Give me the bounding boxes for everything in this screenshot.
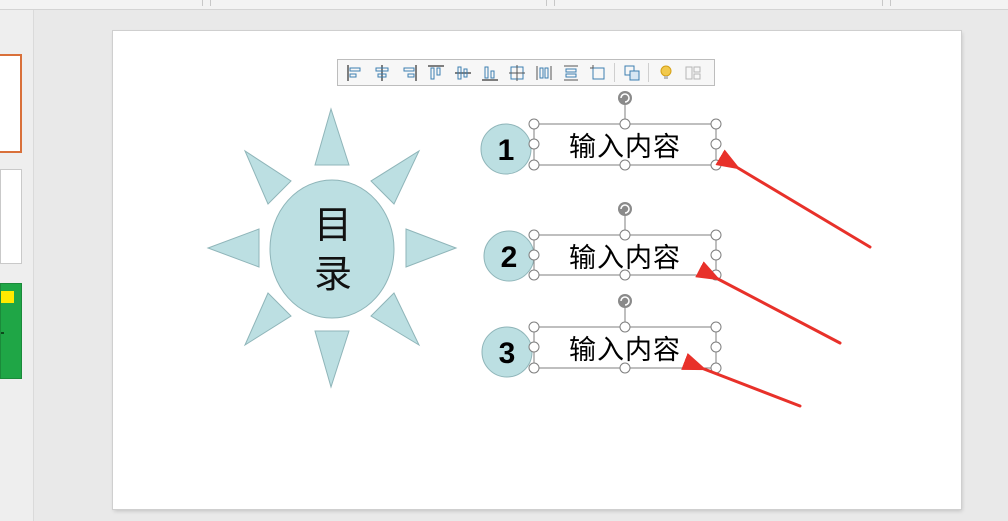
rotate-handle-3[interactable] <box>618 294 632 308</box>
red-arrow-2 <box>695 261 842 345</box>
align-middle-button[interactable] <box>449 60 476 85</box>
more-layout-icon <box>685 66 700 79</box>
align-to-slide-icon <box>589 64 604 79</box>
more-layout-button[interactable] <box>679 60 706 85</box>
sun-ray-right[interactable] <box>405 228 458 268</box>
number-3: 3 <box>499 337 516 370</box>
title-char-1: 目 <box>314 203 352 247</box>
text-box-1[interactable]: 输入内容 <box>534 124 716 165</box>
align-left-button[interactable] <box>341 60 368 85</box>
smart-idea-button[interactable] <box>652 60 679 85</box>
smart-idea-icon <box>660 65 671 79</box>
number-circle-3[interactable]: 3 <box>481 326 533 378</box>
red-arrow-1 <box>715 149 872 249</box>
toolbar-separator <box>648 63 649 82</box>
align-bottom-icon <box>481 66 498 81</box>
number-circle-1[interactable]: 1 <box>480 123 532 175</box>
sun-ray-bottom-left[interactable] <box>243 292 292 347</box>
align-right-icon <box>403 64 417 81</box>
align-middle-icon <box>454 66 471 79</box>
group-button[interactable] <box>618 60 645 85</box>
distribute-horizontally-icon <box>536 65 551 80</box>
align-center-button[interactable] <box>368 60 395 85</box>
sun-center-ellipse[interactable] <box>269 179 395 319</box>
annotation-arrows <box>681 149 872 408</box>
number-2: 2 <box>501 241 518 274</box>
number-circle-2[interactable]: 2 <box>483 230 535 282</box>
align-center-both-icon <box>508 64 525 81</box>
align-right-button[interactable] <box>395 60 422 85</box>
align-to-slide-button[interactable] <box>584 60 611 85</box>
distribute-vertically-button[interactable] <box>557 60 584 85</box>
sun-ray-left[interactable] <box>206 228 260 268</box>
text-box-3[interactable]: 输入内容 <box>534 327 716 368</box>
toolbar-separator <box>614 63 615 82</box>
rotate-handle-2[interactable] <box>618 202 632 216</box>
align-toolbar <box>337 59 715 86</box>
distribute-horizontally-button[interactable] <box>530 60 557 85</box>
sun-ray-bottom[interactable] <box>314 330 350 389</box>
number-1: 1 <box>498 134 515 167</box>
rotate-handle-1[interactable] <box>618 91 632 105</box>
sun-ray-top-right[interactable] <box>370 149 421 205</box>
align-center-icon <box>375 64 388 81</box>
align-top-icon <box>427 64 444 79</box>
align-center-both-button[interactable] <box>503 60 530 85</box>
align-left-icon <box>346 64 360 81</box>
red-arrow-3 <box>681 353 802 408</box>
sun-ray-top[interactable] <box>314 107 350 166</box>
group-icon <box>624 65 639 80</box>
sun-ray-bottom-right[interactable] <box>370 292 421 347</box>
sun-ray-top-left[interactable] <box>243 149 292 205</box>
align-bottom-button[interactable] <box>476 60 503 85</box>
distribute-vertically-icon <box>563 65 578 80</box>
title-char-2: 录 <box>314 252 352 296</box>
align-top-button[interactable] <box>422 60 449 85</box>
text-box-2[interactable]: 输入内容 <box>534 235 716 275</box>
